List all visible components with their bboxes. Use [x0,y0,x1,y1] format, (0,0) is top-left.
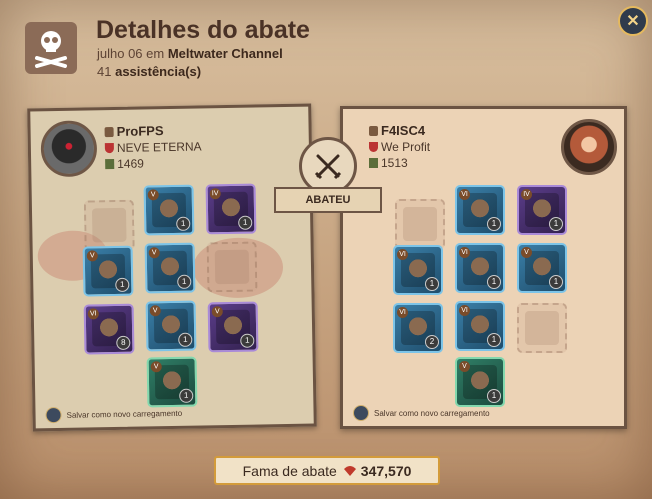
kill-location: Meltwater Channel [167,46,283,61]
quantity-badge: 1 [240,333,255,348]
quantity-badge: 1 [549,275,563,289]
guild-shield-icon [104,142,114,154]
kill-fame-label: Fama de abate [242,462,337,479]
killer-item-power: 1469 [105,156,144,171]
bag-placeholder-icon [403,207,437,241]
killer-name: ProFPS [104,123,164,139]
assist-label: assistência(s) [115,64,202,79]
guild-shield-icon [369,142,378,152]
killed-banner: ABATEU [274,187,382,213]
quantity-badge: 1 [238,215,253,230]
assist-number: 41 [97,64,112,79]
tier-badge: IV [521,189,532,200]
tier-badge: VI [397,307,408,318]
victim-slot-off-hand[interactable]: V1 [517,243,567,293]
quantity-badge: 1 [487,333,501,347]
tier-badge: VI [459,189,470,200]
victim-slot-main-hand[interactable]: VI 1 [393,245,443,295]
killer-slot-head[interactable]: V1 [143,184,195,236]
close-button[interactable]: ✕ [618,6,648,36]
victim-name-text: F4ISC4 [381,123,426,138]
kill-date: julho 06 em [97,46,165,61]
crown-icon [369,126,378,136]
tier-badge: VI [459,305,470,316]
killer-slot-mount[interactable]: V1 [146,356,198,408]
tier-badge: VI [459,247,470,258]
quantity-badge: 1 [178,332,193,347]
food-placeholder-icon [525,311,559,345]
victim-avatar[interactable] [561,119,617,175]
killer-guild-text: NEVE ETERNA [116,139,202,155]
item-power-icon [369,158,378,168]
victim-slot-mount[interactable]: V1 [455,357,505,407]
quantity-badge: 8 [116,335,131,350]
killer-panel: ProFPS NEVE ETERNA 1469 V 1 IV 1 V 1 V 1 VI 8 V 1 V 1… [27,103,317,432]
killer-slot-shoes[interactable]: V1 [145,300,197,352]
quantity-badge: 1 [115,277,130,292]
killer-slot-chest[interactable]: V1 [144,242,196,294]
killer-slot-potion[interactable]: VI 8 [83,303,135,355]
victim-slot-chest[interactable]: VI 1 [455,243,505,293]
killer-slot-main-hand[interactable]: V1 [82,245,134,297]
assist-count: 41 assistência(s) [97,64,201,79]
victim-save-loadout-button[interactable]: Salvar como novo carregamento [353,405,490,421]
save-loadout-label: Salvar como novo carregamento [374,408,490,418]
kill-fame-value: 347,570 [360,462,412,479]
victim-guild: We Profit [369,140,430,154]
killer-save-loadout-button[interactable]: Salvar como novo carregamento [45,405,183,424]
killer-slot-off-hand[interactable] [206,241,258,293]
tier-badge: V [459,361,470,372]
quantity-badge: 1 [487,389,501,403]
save-loadout-icon [353,405,369,421]
page-title: Detalhes do abate [96,16,310,44]
quantity-badge: 1 [179,388,194,403]
kill-fame-bar: Fama de abate 347,570 [214,456,440,485]
quantity-badge: 1 [487,217,501,231]
victim-panel: F4ISC4 We Profit 1513 VI 1 IV 1 VI 1 VI 1 V 1 VI 2 V… [340,106,627,429]
victim-name: F4ISC4 [369,123,425,138]
killer-equipment-grid: V 1 IV 1 V 1 V 1 VI 8 V 1 V 1 V 1 [30,107,308,408]
skull-crossbones-icon [25,22,77,74]
kill-date-location: julho 06 em Meltwater Channel [97,46,283,61]
bag-placeholder-icon [91,207,127,243]
victim-slot-shoes[interactable]: VI 1 [455,301,505,351]
killer-slot-food[interactable]: V1 [207,301,259,353]
killer-guild: NEVE ETERNA [104,139,202,155]
killer-name-text: ProFPS [116,123,164,139]
close-icon: ✕ [626,13,640,30]
victim-item-power: 1513 [369,156,408,170]
fame-icon [343,465,356,476]
victim-slot-head[interactable]: VI 1 [455,185,505,235]
victim-slot-cape[interactable]: IV 1 [517,185,567,235]
item-power-icon [105,158,115,170]
crown-icon [104,126,114,138]
victim-guild-text: We Profit [381,140,431,154]
killer-item-power-text: 1469 [117,156,145,171]
quantity-badge: 2 [425,335,439,349]
killer-avatar[interactable] [40,120,98,178]
victim-item-power-text: 1513 [381,156,408,170]
killer-slot-bag[interactable] [83,199,135,251]
killer-slot-cape[interactable]: IV 1 [205,183,257,235]
victim-slot-potion[interactable]: VI 2 [393,303,443,353]
tier-badge: V [521,247,532,258]
tier-badge: VI [397,249,408,260]
quantity-badge: 1 [425,277,439,291]
quantity-badge: 1 [487,275,501,289]
victim-slot-bag[interactable] [395,199,445,249]
save-loadout-label: Salvar como novo carregamento [66,408,183,420]
quantity-badge: 1 [177,274,192,289]
off-hand-placeholder-icon [214,249,250,285]
save-loadout-icon [45,406,62,424]
quantity-badge: 1 [176,216,191,231]
quantity-badge: 1 [549,217,563,231]
victim-slot-food[interactable] [517,303,567,353]
